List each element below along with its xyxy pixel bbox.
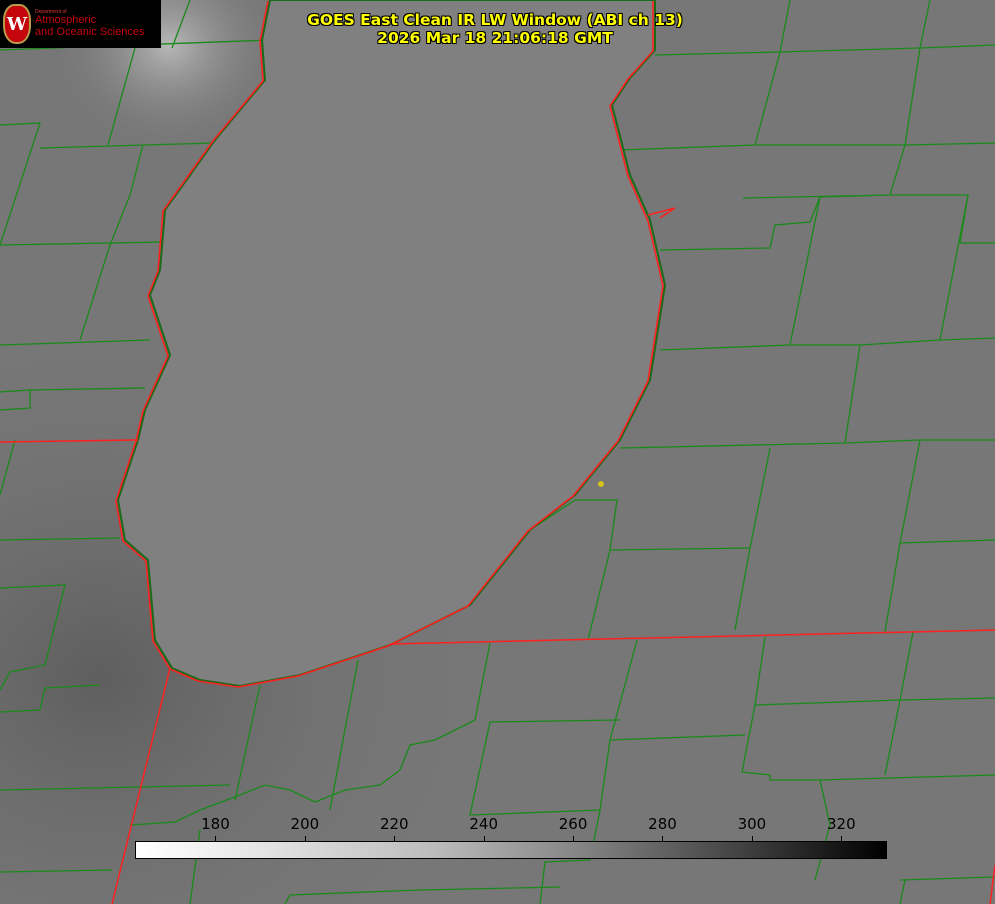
title-product: GOES East Clean IR LW Window (ABI ch 13) bbox=[307, 11, 683, 29]
colorbar-tick-mark bbox=[662, 836, 664, 841]
department-name: Department of Atmospheric and Oceanic Sc… bbox=[35, 9, 145, 38]
uw-seal-icon: W bbox=[3, 4, 31, 44]
colorbar-tick-label: 260 bbox=[558, 815, 588, 833]
colorbar-tick-mark bbox=[573, 836, 575, 841]
location-marker bbox=[598, 481, 604, 487]
satellite-image-view: W Department of Atmospheric and Oceanic … bbox=[0, 0, 995, 904]
colorbar-tick-label: 280 bbox=[648, 815, 677, 833]
logo-line2: and Oceanic Sciences bbox=[35, 25, 145, 38]
colorbar-tick-mark bbox=[304, 836, 306, 841]
image-title: GOES East Clean IR LW Window (ABI ch 13)… bbox=[250, 11, 740, 47]
colorbar-tick-mark bbox=[841, 836, 843, 841]
colorbar bbox=[135, 841, 887, 859]
colorbar-tick-label: 300 bbox=[737, 815, 767, 833]
aos-logo: W Department of Atmospheric and Oceanic … bbox=[0, 0, 161, 48]
title-timestamp: 2026 Mar 18 21:06:18 GMT bbox=[377, 29, 613, 47]
colorbar-tick-label: 180 bbox=[201, 815, 230, 833]
colorbar-tick-label: 240 bbox=[469, 815, 498, 833]
colorbar-tick-mark bbox=[751, 836, 753, 841]
logo-line1: Atmospheric bbox=[35, 14, 97, 27]
satellite-map bbox=[0, 0, 995, 904]
colorbar-tick-mark bbox=[215, 836, 217, 841]
colorbar-tick-label: 200 bbox=[290, 815, 320, 833]
colorbar-tick-mark bbox=[394, 836, 396, 841]
colorbar-tick-mark bbox=[483, 836, 485, 841]
colorbar-tick-label: 320 bbox=[826, 815, 856, 833]
colorbar-tick-label: 220 bbox=[379, 815, 409, 833]
